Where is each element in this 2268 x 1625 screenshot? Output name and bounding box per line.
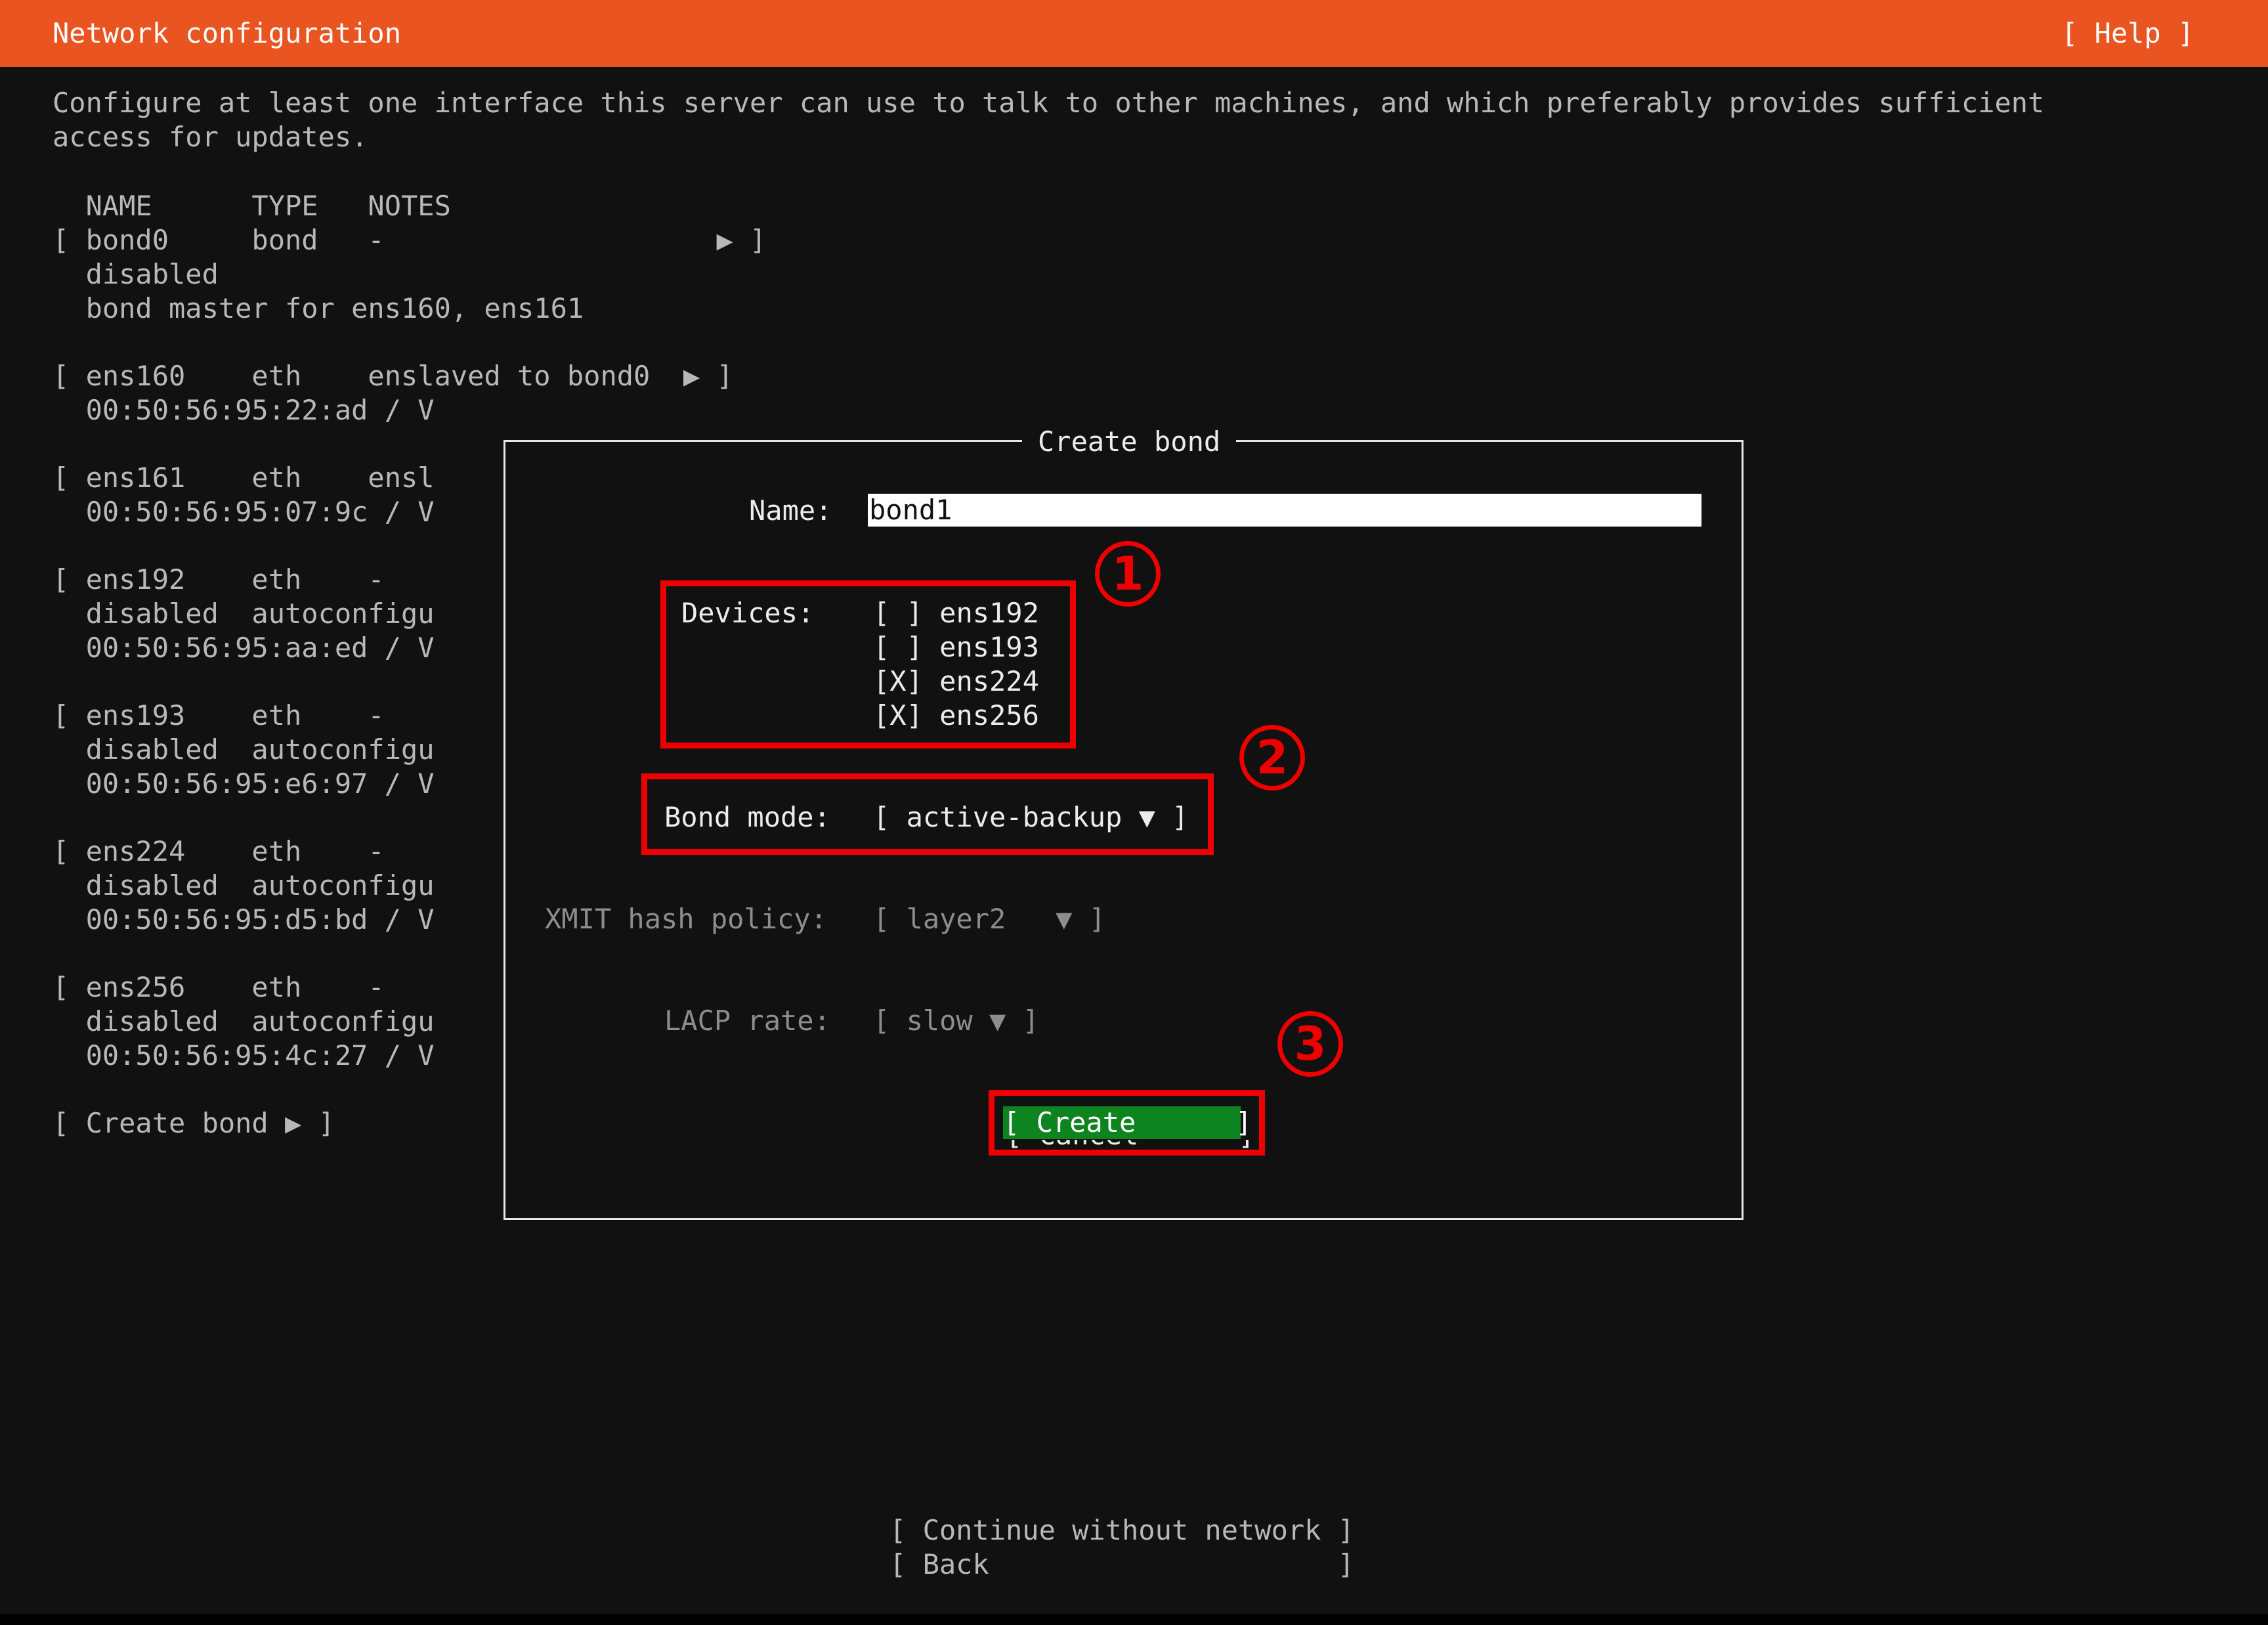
title-bar: Network configuration [ Help ] <box>0 0 2268 67</box>
lacp-rate-select[interactable]: [ slow ▼ ] <box>873 1004 1039 1038</box>
create-bond-button[interactable]: [ Create bond ▶ ] <box>53 1106 335 1140</box>
interface-row-detail: disabled <box>53 258 219 290</box>
xmit-hash-label: XMIT hash policy: <box>545 903 827 935</box>
interface-row-detail: disabled autoconfigu <box>53 1005 435 1037</box>
interface-row-detail: disabled autoconfigu <box>53 597 435 630</box>
name-label: Name: <box>749 494 832 527</box>
bottom-strip <box>0 1614 2268 1625</box>
intro-text-line1: Configure at least one interface this se… <box>53 87 2045 119</box>
interface-row-bond0[interactable]: [ bond0 bond - ▶ ] <box>53 223 766 257</box>
interface-row-ens160[interactable]: [ ens160 eth enslaved to bond0 ▶ ] <box>53 359 733 393</box>
help-button[interactable]: [ Help ] <box>2061 16 2194 51</box>
annotation-badge-2: 2 <box>1239 725 1305 791</box>
interface-row-ens161[interactable]: [ ens161 eth ensl <box>53 461 435 495</box>
continue-without-network-button[interactable]: [ Continue without network ] <box>889 1513 1354 1548</box>
interface-row-ens224[interactable]: [ ens224 eth - <box>53 834 385 869</box>
annotation-badge-3: 3 <box>1277 1011 1343 1077</box>
interface-row-detail: bond master for ens160, ens161 <box>53 292 584 324</box>
interface-row-detail: disabled autoconfigu <box>53 869 435 901</box>
intro-text-line2: access for updates. <box>53 121 368 153</box>
annotation-box-devices <box>660 580 1076 748</box>
interface-row-ens192[interactable]: [ ens192 eth - <box>53 563 385 597</box>
interface-row-detail: disabled autoconfigu <box>53 733 435 766</box>
annotation-box-create <box>989 1090 1265 1156</box>
interface-row-detail: 00:50:56:95:22:ad / V <box>53 394 435 426</box>
dialog-title: Create bond <box>1022 425 1237 459</box>
interface-row-detail: 00:50:56:95:aa:ed / V <box>53 632 435 664</box>
lacp-rate-label: LACP rate: <box>664 1005 830 1037</box>
interface-row-detail: 00:50:56:95:d5:bd / V <box>53 903 435 936</box>
table-header: NAME TYPE NOTES <box>53 190 451 222</box>
back-button[interactable]: [ Back ] <box>889 1548 1354 1582</box>
bond-name-input[interactable]: bond1 <box>868 494 1701 527</box>
interface-row-ens256[interactable]: [ ens256 eth - <box>53 970 385 1005</box>
annotation-box-bond-mode <box>641 773 1214 855</box>
interface-row-detail: 00:50:56:95:e6:97 / V <box>53 768 435 800</box>
annotation-badge-1: 1 <box>1095 541 1161 607</box>
xmit-hash-select[interactable]: [ layer2 ▼ ] <box>873 902 1105 936</box>
page-title: Network configuration <box>53 17 402 49</box>
interface-row-detail: 00:50:56:95:4c:27 / V <box>53 1039 435 1072</box>
interface-row-detail: 00:50:56:95:07:9c / V <box>53 496 435 528</box>
interface-row-ens193[interactable]: [ ens193 eth - <box>53 699 385 733</box>
